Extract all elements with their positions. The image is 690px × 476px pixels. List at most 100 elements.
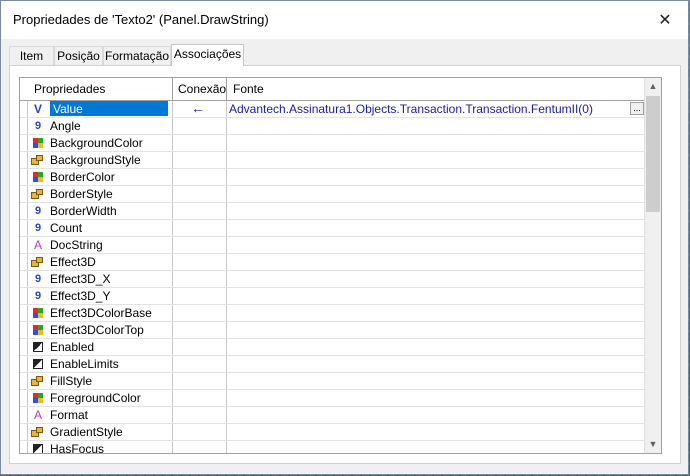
- connection-cell[interactable]: [173, 152, 227, 168]
- property-row[interactable]: Effect3DColorTop: [20, 322, 645, 339]
- property-name-cell[interactable]: HasFocus: [28, 441, 173, 453]
- property-row[interactable]: A Format: [20, 407, 645, 424]
- connection-cell[interactable]: [173, 407, 227, 423]
- connection-cell[interactable]: [173, 339, 227, 355]
- connection-cell[interactable]: [173, 169, 227, 185]
- connection-cell[interactable]: [173, 305, 227, 321]
- source-cell[interactable]: [227, 254, 645, 270]
- property-name-cell[interactable]: BorderStyle: [28, 186, 173, 202]
- property-name: BackgroundStyle: [50, 153, 141, 167]
- source-cell[interactable]: [227, 441, 645, 453]
- connection-cell[interactable]: [173, 288, 227, 304]
- property-row[interactable]: 9 BorderWidth: [20, 203, 645, 220]
- connection-cell[interactable]: [173, 424, 227, 440]
- connection-cell[interactable]: [173, 390, 227, 406]
- property-row[interactable]: BackgroundColor: [20, 135, 645, 152]
- property-name-cell[interactable]: Effect3DColorBase: [28, 305, 173, 321]
- scroll-up-icon[interactable]: ▲: [645, 78, 661, 95]
- color-icon: [33, 172, 43, 182]
- connection-cell[interactable]: [173, 254, 227, 270]
- property-name-cell[interactable]: 9 BorderWidth: [28, 203, 173, 219]
- source-cell[interactable]: [227, 118, 645, 134]
- property-row[interactable]: BorderColor: [20, 169, 645, 186]
- property-row[interactable]: A DocString: [20, 237, 645, 254]
- property-name: GradientStyle: [50, 425, 123, 439]
- property-name-cell[interactable]: Enabled: [28, 339, 173, 355]
- connection-cell[interactable]: [173, 322, 227, 338]
- property-name-cell[interactable]: BackgroundColor: [28, 135, 173, 151]
- property-name-cell[interactable]: FillStyle: [28, 373, 173, 389]
- tab-formatacao[interactable]: Formatação: [103, 46, 171, 65]
- source-cell[interactable]: [227, 373, 645, 389]
- connection-cell[interactable]: [173, 220, 227, 236]
- source-cell[interactable]: [227, 186, 645, 202]
- header-connection[interactable]: Conexão: [173, 78, 227, 100]
- browse-button[interactable]: ...: [630, 102, 644, 115]
- connection-cell[interactable]: [173, 203, 227, 219]
- property-name-cell[interactable]: BackgroundStyle: [28, 152, 173, 168]
- property-name-cell[interactable]: A Format: [28, 407, 173, 423]
- source-cell[interactable]: [227, 203, 645, 219]
- property-row[interactable]: 9 Effect3D_X: [20, 271, 645, 288]
- property-name-cell[interactable]: 9 Count: [28, 220, 173, 236]
- property-name-cell[interactable]: A DocString: [28, 237, 173, 253]
- close-button[interactable]: ✕: [642, 1, 688, 39]
- source-cell[interactable]: [227, 152, 645, 168]
- source-cell[interactable]: [227, 322, 645, 338]
- property-row[interactable]: Effect3D: [20, 254, 645, 271]
- property-row[interactable]: 9 Effect3D_Y: [20, 288, 645, 305]
- source-cell[interactable]: [227, 407, 645, 423]
- property-name-cell[interactable]: 9 Effect3D_X: [28, 271, 173, 287]
- property-name-cell[interactable]: V Value: [28, 101, 173, 117]
- property-name-cell[interactable]: GradientStyle: [28, 424, 173, 440]
- property-name-cell[interactable]: 9 Angle: [28, 118, 173, 134]
- property-row[interactable]: Effect3DColorBase: [20, 305, 645, 322]
- connection-cell[interactable]: [173, 118, 227, 134]
- connection-cell[interactable]: [173, 356, 227, 372]
- source-cell[interactable]: [227, 135, 645, 151]
- source-cell[interactable]: [227, 288, 645, 304]
- source-cell[interactable]: [227, 390, 645, 406]
- property-name-cell[interactable]: EnableLimits: [28, 356, 173, 372]
- header-properties[interactable]: Propriedades: [20, 78, 173, 100]
- property-name-cell[interactable]: Effect3DColorTop: [28, 322, 173, 338]
- header-source[interactable]: Fonte: [227, 78, 645, 100]
- connection-cell[interactable]: [173, 441, 227, 453]
- source-cell[interactable]: [227, 424, 645, 440]
- property-name-cell[interactable]: 9 Effect3D_Y: [28, 288, 173, 304]
- source-cell[interactable]: [227, 271, 645, 287]
- property-row[interactable]: EnableLimits: [20, 356, 645, 373]
- source-cell[interactable]: [227, 339, 645, 355]
- property-row[interactable]: BorderStyle: [20, 186, 645, 203]
- property-name-cell[interactable]: ForegroundColor: [28, 390, 173, 406]
- connection-cell[interactable]: ←: [173, 101, 227, 117]
- source-cell[interactable]: [227, 169, 645, 185]
- property-row[interactable]: ForegroundColor: [20, 390, 645, 407]
- connection-cell[interactable]: [173, 271, 227, 287]
- property-row[interactable]: V Value ← Advantech.Assinatura1.Objects.Tra…: [20, 101, 645, 118]
- source-cell[interactable]: Advantech.Assinatura1.Objects.Transactio…: [227, 101, 645, 117]
- connection-cell[interactable]: [173, 135, 227, 151]
- property-row[interactable]: 9 Count: [20, 220, 645, 237]
- property-row[interactable]: Enabled: [20, 339, 645, 356]
- scroll-thumb[interactable]: [646, 96, 660, 212]
- connection-cell[interactable]: [173, 237, 227, 253]
- source-cell[interactable]: [227, 305, 645, 321]
- property-row[interactable]: BackgroundStyle: [20, 152, 645, 169]
- connection-cell[interactable]: [173, 373, 227, 389]
- property-name-cell[interactable]: BorderColor: [28, 169, 173, 185]
- scroll-down-icon[interactable]: ▼: [645, 436, 661, 453]
- tab-item[interactable]: Item: [9, 46, 54, 65]
- connection-cell[interactable]: [173, 186, 227, 202]
- property-row[interactable]: FillStyle: [20, 373, 645, 390]
- source-cell[interactable]: [227, 356, 645, 372]
- property-row[interactable]: GradientStyle: [20, 424, 645, 441]
- source-cell[interactable]: [227, 220, 645, 236]
- tab-posicao[interactable]: Posição: [54, 46, 103, 65]
- property-name-cell[interactable]: Effect3D: [28, 254, 173, 270]
- source-cell[interactable]: [227, 237, 645, 253]
- tab-associacoes[interactable]: Associações: [171, 44, 244, 66]
- property-row[interactable]: HasFocus: [20, 441, 645, 453]
- vertical-scrollbar[interactable]: ▲ ▼: [644, 78, 661, 453]
- property-row[interactable]: 9 Angle: [20, 118, 645, 135]
